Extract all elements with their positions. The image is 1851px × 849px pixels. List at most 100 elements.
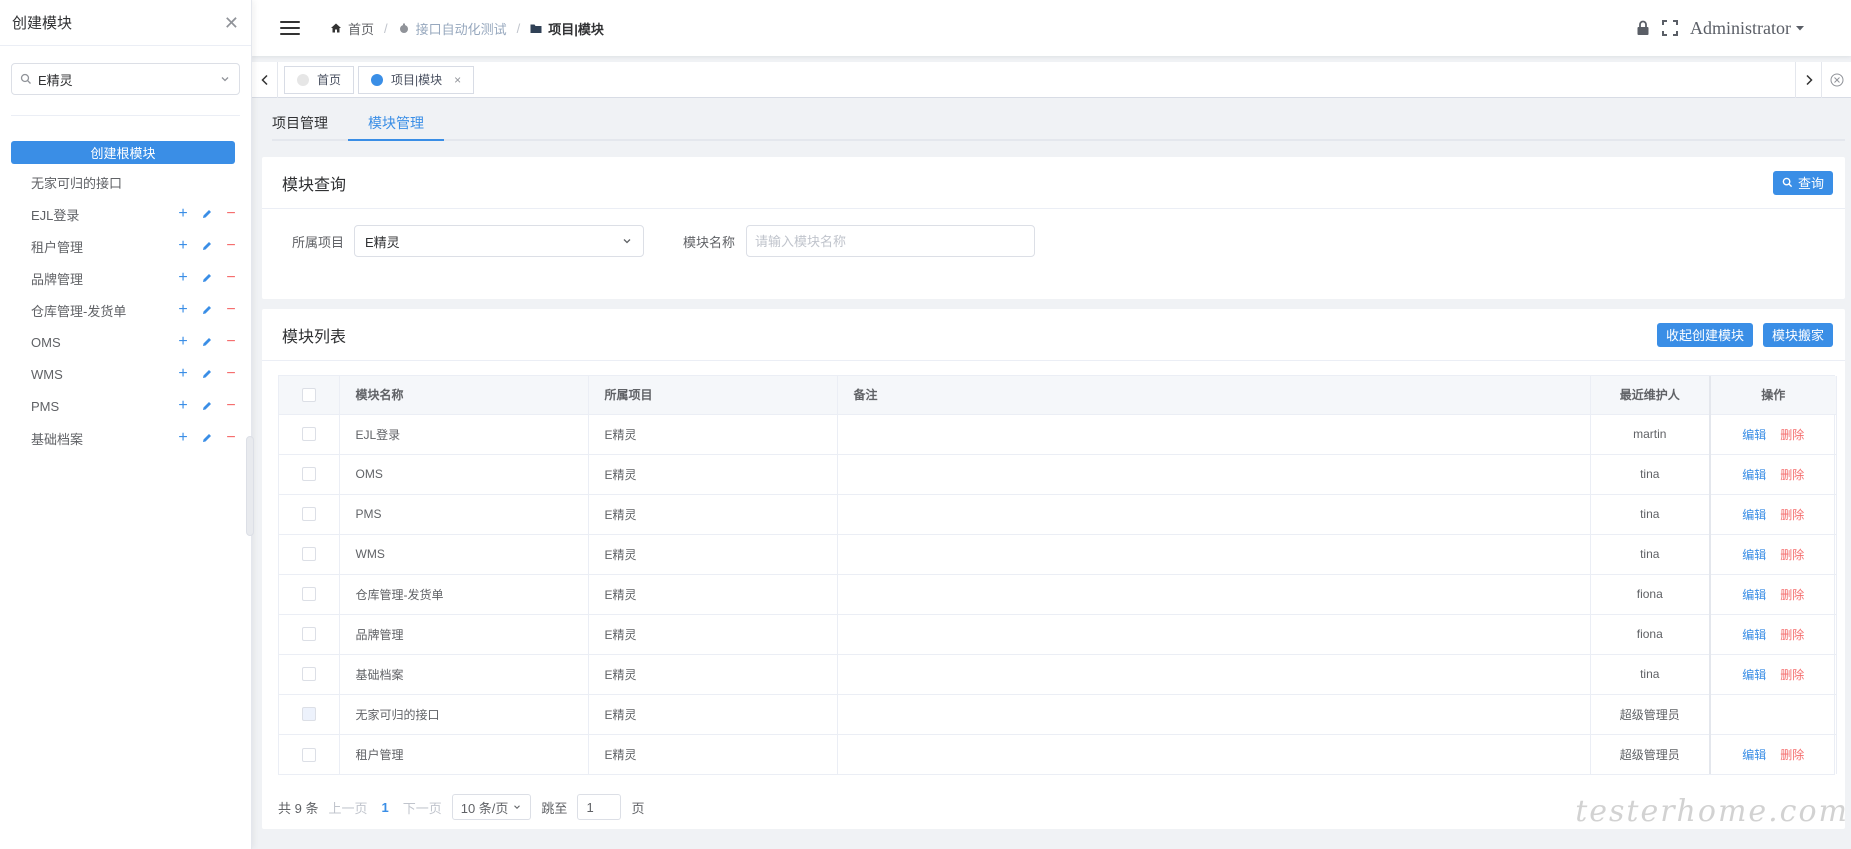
add-child-icon[interactable]: +	[175, 269, 191, 287]
row-checkbox[interactable]	[301, 467, 316, 482]
row-delete-link[interactable]: 删除	[1780, 468, 1804, 482]
tree-item[interactable]: 无家可归的接口	[0, 166, 251, 198]
cell-maintainer: tina	[1590, 454, 1711, 495]
row-edit-link[interactable]: 编辑	[1742, 508, 1766, 522]
edit-icon[interactable]	[199, 302, 215, 318]
tag-close-icon[interactable]: ×	[454, 73, 461, 87]
row-delete-link[interactable]: 删除	[1780, 508, 1804, 522]
delete-icon[interactable]: −	[223, 269, 239, 287]
select-all-checkbox[interactable]	[301, 388, 316, 403]
row-edit-link[interactable]: 编辑	[1742, 748, 1766, 762]
row-delete-link[interactable]: 删除	[1780, 668, 1804, 682]
add-child-icon[interactable]: +	[175, 205, 191, 223]
add-child-icon[interactable]: +	[175, 365, 191, 383]
edit-icon[interactable]	[199, 206, 215, 222]
edit-icon[interactable]	[199, 398, 215, 414]
tab-module-management[interactable]: 模块管理	[348, 99, 444, 141]
tree-item[interactable]: 基础档案 + −	[0, 422, 251, 454]
close-all-tags-icon[interactable]	[1821, 61, 1851, 98]
tree-item[interactable]: EJL登录 + −	[0, 198, 251, 230]
column-header-module-name: 模块名称	[339, 376, 589, 415]
row-edit-link[interactable]: 编辑	[1742, 428, 1766, 442]
row-checkbox[interactable]	[301, 547, 316, 562]
tree-item[interactable]: WMS + −	[0, 358, 251, 390]
add-child-icon[interactable]: +	[175, 397, 191, 415]
project-select[interactable]: E精灵	[354, 225, 644, 257]
delete-icon[interactable]: −	[223, 429, 239, 447]
row-delete-link[interactable]: 删除	[1780, 428, 1804, 442]
cell-operations: 编辑 删除	[1709, 614, 1837, 655]
next-page-button[interactable]: 下一页	[403, 798, 442, 817]
row-delete-link[interactable]: 删除	[1780, 588, 1804, 602]
delete-icon[interactable]: −	[223, 365, 239, 383]
cell-maintainer: fiona	[1590, 614, 1711, 655]
edit-icon[interactable]	[199, 238, 215, 254]
tags-scroll-right-icon[interactable]	[1795, 61, 1821, 98]
tree-item[interactable]: 仓库管理-发货单 + −	[0, 294, 251, 326]
row-delete-link[interactable]: 删除	[1780, 548, 1804, 562]
row-edit-link[interactable]: 编辑	[1742, 628, 1766, 642]
cell-remark	[837, 734, 1591, 774]
delete-icon[interactable]: −	[223, 205, 239, 223]
row-edit-link[interactable]: 编辑	[1742, 468, 1766, 482]
delete-icon[interactable]: −	[223, 301, 239, 319]
page-size-select[interactable]: 10 条/页	[451, 794, 532, 820]
row-edit-link[interactable]: 编辑	[1742, 668, 1766, 682]
tags-list: 首页 项目|模块 ×	[278, 62, 1795, 98]
row-edit-link[interactable]: 编辑	[1742, 588, 1766, 602]
tag-item[interactable]: 项目|模块 ×	[358, 65, 475, 94]
page-number[interactable]: 1	[377, 800, 392, 815]
row-checkbox[interactable]	[301, 427, 316, 442]
tags-scroll-left-icon[interactable]	[252, 61, 278, 98]
edit-icon[interactable]	[199, 430, 215, 446]
cell-module-name: 品牌管理	[339, 614, 589, 655]
cell-remark	[837, 414, 1591, 455]
search-button-label: 查询	[1797, 176, 1824, 191]
row-checkbox[interactable]	[301, 667, 316, 682]
close-icon[interactable]: ✕	[224, 14, 239, 32]
edit-icon[interactable]	[199, 334, 215, 350]
row-checkbox[interactable]	[301, 747, 316, 762]
add-child-icon[interactable]: +	[175, 333, 191, 351]
search-icon	[1782, 177, 1793, 188]
tree-item[interactable]: 租户管理 + −	[0, 230, 251, 262]
pagination: 共 9 条 上一页 1 下一页 10 条/页 跳至 页	[278, 794, 644, 820]
collapse-create-module-button[interactable]: 收起创建模块	[1656, 322, 1753, 347]
breadcrumb-api-test[interactable]: 接口自动化测试	[398, 19, 507, 38]
row-delete-link[interactable]: 删除	[1780, 748, 1804, 762]
row-checkbox[interactable]	[301, 507, 316, 522]
row-checkbox[interactable]	[301, 587, 316, 602]
cell-remark	[837, 654, 1591, 695]
add-child-icon[interactable]: +	[175, 429, 191, 447]
breadcrumb-home[interactable]: 首页	[330, 19, 374, 38]
add-child-icon[interactable]: +	[175, 237, 191, 255]
tree-item[interactable]: PMS + −	[0, 390, 251, 422]
module-name-label: 模块名称	[682, 234, 735, 250]
move-module-button[interactable]: 模块搬家	[1762, 322, 1833, 347]
tree-item[interactable]: OMS + −	[0, 326, 251, 358]
user-menu[interactable]: Administrator	[1690, 18, 1805, 39]
fullscreen-icon[interactable]	[1662, 20, 1678, 36]
tag-item[interactable]: 首页	[284, 65, 355, 94]
edit-icon[interactable]	[199, 366, 215, 382]
drawer-project-select[interactable]: E精灵	[11, 63, 240, 95]
add-child-icon[interactable]: +	[175, 301, 191, 319]
search-button[interactable]: 查询	[1772, 170, 1833, 195]
jump-page-input[interactable]	[577, 794, 622, 820]
module-name-input[interactable]	[746, 225, 1035, 257]
delete-icon[interactable]: −	[223, 397, 239, 415]
prev-page-button[interactable]: 上一页	[328, 798, 367, 817]
row-checkbox[interactable]	[301, 627, 316, 642]
tree-item[interactable]: 品牌管理 + −	[0, 262, 251, 294]
delete-icon[interactable]: −	[223, 237, 239, 255]
edit-icon[interactable]	[199, 270, 215, 286]
cell-remark	[837, 494, 1591, 535]
row-edit-link[interactable]: 编辑	[1742, 548, 1766, 562]
row-delete-link[interactable]: 删除	[1780, 628, 1804, 642]
drawer-scrollbar[interactable]	[246, 436, 254, 536]
hamburger-menu-icon[interactable]	[280, 21, 300, 35]
delete-icon[interactable]: −	[223, 333, 239, 351]
lock-icon[interactable]	[1636, 20, 1650, 36]
create-root-module-button[interactable]: 创建根模块	[11, 141, 235, 164]
tab-project-management[interactable]: 项目管理	[272, 99, 348, 141]
